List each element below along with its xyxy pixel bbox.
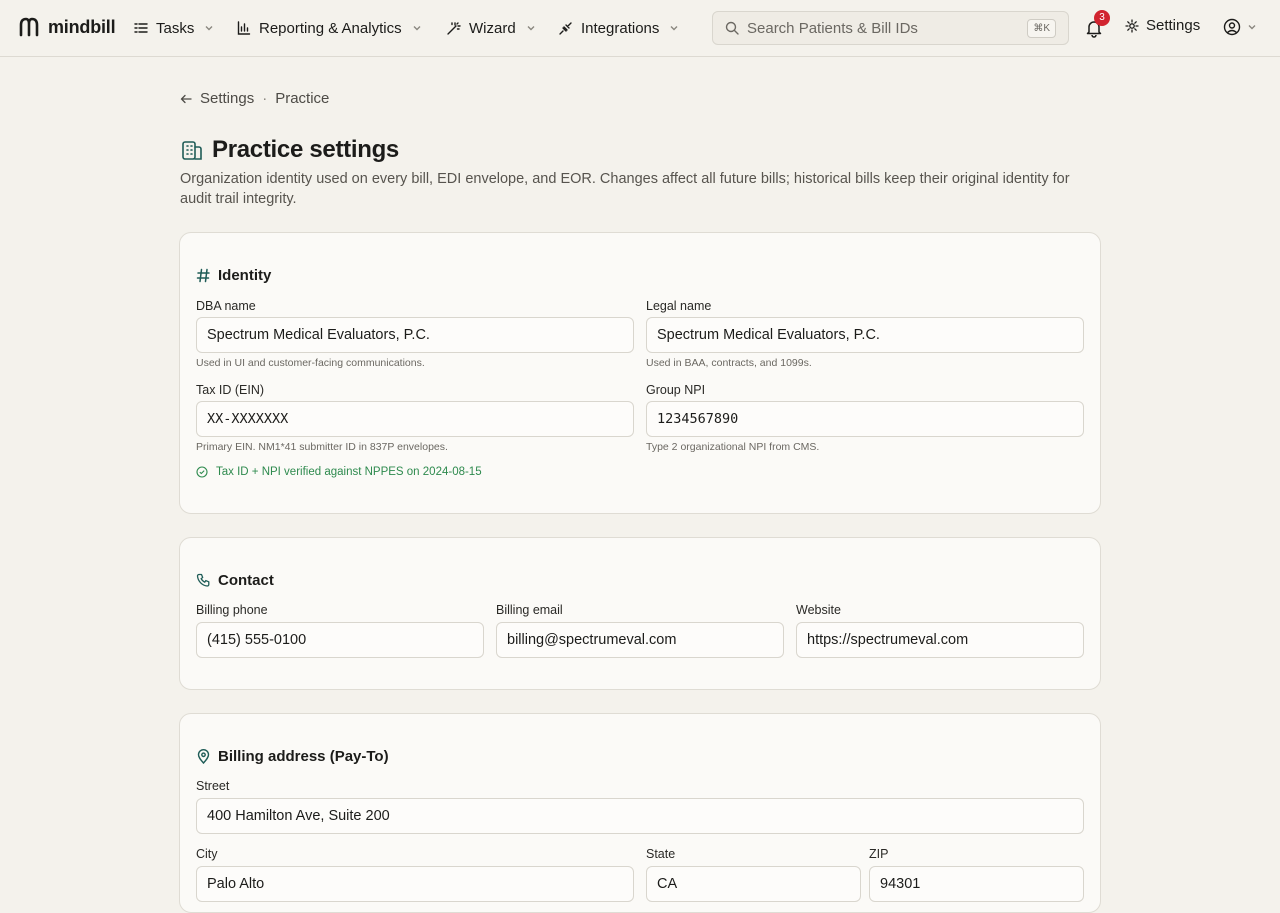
- phone-icon: [196, 573, 210, 587]
- building-icon: [182, 141, 202, 160]
- legal-name-input[interactable]: Spectrum Medical Evaluators, P.C.: [646, 317, 1084, 353]
- wand-icon: [447, 21, 461, 35]
- identity-heading-text: Identity: [218, 267, 272, 284]
- chevron-down-icon: [205, 26, 213, 31]
- npi-label: Group NPI: [646, 383, 706, 397]
- website-input[interactable]: https://spectrumeval.com: [796, 622, 1084, 658]
- nav-tasks[interactable]: Tasks: [134, 17, 214, 39]
- breadcrumb-current: Practice: [275, 90, 330, 107]
- address-heading-text: Billing address (Pay-To): [218, 748, 389, 765]
- street-label: Street: [196, 779, 230, 793]
- breadcrumb-parent[interactable]: Settings: [200, 90, 254, 107]
- nav-settings-label: Settings: [1146, 17, 1201, 34]
- breadcrumb-separator: ·: [262, 90, 268, 107]
- breadcrumb: Settings · Practice: [180, 90, 329, 107]
- mindbill-logo-icon: [19, 17, 39, 37]
- brand-name: mindbill: [48, 16, 116, 37]
- street-input[interactable]: 400 Hamilton Ave, Suite 200: [196, 798, 1084, 834]
- city-label: City: [196, 847, 218, 861]
- contact-heading-text: Contact: [218, 572, 274, 589]
- tasks-icon: [134, 23, 148, 33]
- legal-name-label: Legal name: [646, 299, 712, 313]
- search-icon: [725, 21, 739, 35]
- email-label: Billing email: [496, 603, 563, 617]
- chevron-down-icon: [413, 26, 421, 31]
- zip-input[interactable]: 94301: [869, 866, 1084, 902]
- plug-icon: [559, 21, 572, 35]
- nav-reporting[interactable]: Reporting & Analytics: [237, 17, 422, 39]
- state-label: State: [646, 847, 676, 861]
- nav-integrations-label: Integrations: [581, 19, 660, 37]
- city-input[interactable]: Palo Alto: [196, 866, 634, 902]
- page-description: Organization identity used on every bill…: [180, 171, 1070, 207]
- search-placeholder: Search Patients & Bill IDs: [747, 19, 918, 37]
- address-card: Billing address (Pay-To) Street 400 Hami…: [179, 713, 1101, 913]
- page-title: Practice settings: [212, 136, 399, 163]
- npi-input[interactable]: 1234567890: [646, 401, 1084, 437]
- verification-text: Tax ID + NPI verified against NPPES on 2…: [216, 466, 482, 478]
- nav-wizard-label: Wizard: [469, 19, 516, 37]
- state-input[interactable]: CA: [646, 866, 861, 902]
- chevron-down-icon: [1248, 25, 1256, 30]
- account-menu[interactable]: [1223, 18, 1257, 36]
- website-label: Website: [796, 603, 841, 617]
- brand-logo[interactable]: mindbill: [18, 16, 116, 38]
- nav-settings[interactable]: Settings: [1125, 17, 1200, 34]
- contact-card: Contact Billing phone (415) 555-0100 Bil…: [179, 537, 1101, 690]
- nav-reporting-label: Reporting & Analytics: [259, 19, 402, 37]
- check-circle-icon: [196, 466, 208, 478]
- nav-wizard[interactable]: Wizard: [446, 17, 536, 39]
- billing-phone-input[interactable]: (415) 555-0100: [196, 622, 484, 658]
- search-input[interactable]: Search Patients & Bill IDs ⌘K: [712, 11, 1069, 45]
- user-circle-icon: [1223, 18, 1241, 36]
- identity-card: Identity DBA name Spectrum Medical Evalu…: [179, 232, 1101, 514]
- ein-label: Tax ID (EIN): [196, 383, 265, 397]
- ein-input[interactable]: XX-XXXXXXX: [196, 401, 634, 437]
- map-pin-icon: [197, 749, 210, 764]
- phone-label: Billing phone: [196, 603, 268, 617]
- contact-heading: Contact: [196, 572, 274, 589]
- chevron-down-icon: [670, 26, 678, 31]
- hash-icon: [196, 268, 210, 283]
- chart-icon: [237, 21, 251, 35]
- chevron-down-icon: [527, 26, 535, 31]
- page-header: Practice settings: [180, 136, 399, 164]
- dba-label: DBA name: [196, 299, 256, 313]
- verification-status: Tax ID + NPI verified against NPPES on 2…: [196, 466, 482, 478]
- npi-help: Type 2 organizational NPI from CMS.: [646, 441, 820, 453]
- billing-email-input[interactable]: billing@spectrumeval.com: [496, 622, 784, 658]
- legal-name-help: Used in BAA, contracts, and 1099s.: [646, 357, 812, 369]
- identity-heading: Identity: [196, 267, 271, 284]
- arrow-left-icon[interactable]: [180, 93, 192, 105]
- nav-integrations[interactable]: Integrations: [558, 17, 679, 39]
- ein-help: Primary EIN. NM1*41 submitter ID in 837P…: [196, 441, 448, 453]
- dba-name-input[interactable]: Spectrum Medical Evaluators, P.C.: [196, 317, 634, 353]
- dba-help: Used in UI and customer-facing communica…: [196, 357, 425, 369]
- nav-tasks-label: Tasks: [156, 19, 195, 37]
- top-nav: mindbill Tasks Reporting & Analytics Wiz…: [0, 0, 1280, 57]
- address-heading: Billing address (Pay-To): [196, 748, 389, 765]
- zip-label: ZIP: [869, 847, 889, 861]
- search-shortcut: ⌘K: [1027, 19, 1056, 38]
- notification-badge: 3: [1094, 10, 1110, 26]
- gear-icon: [1125, 18, 1139, 33]
